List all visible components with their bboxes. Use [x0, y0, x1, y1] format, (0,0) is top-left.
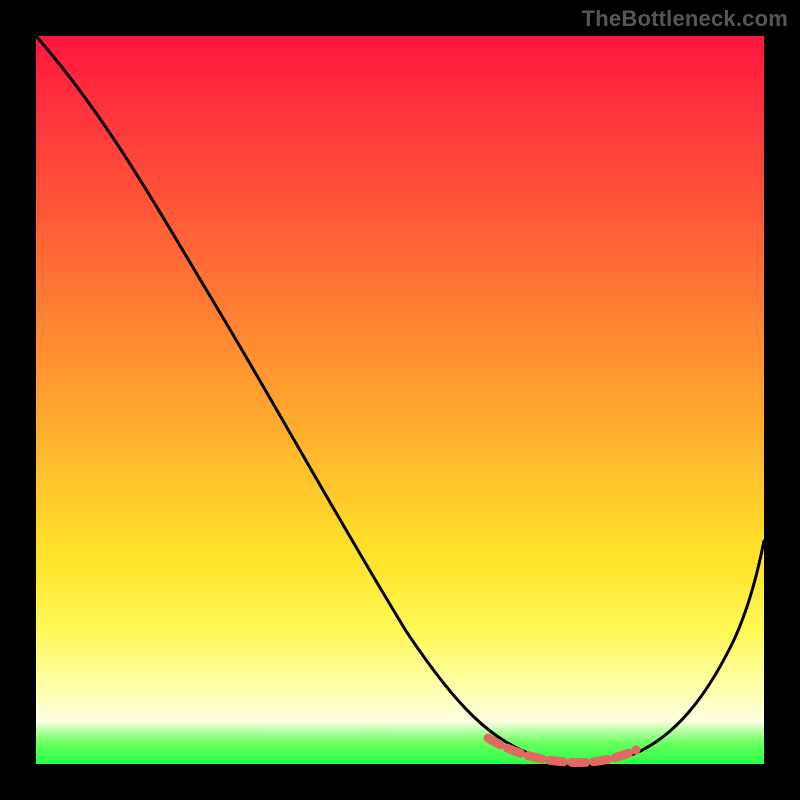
- optimum-band-marker: [488, 738, 636, 763]
- watermark-text: TheBottleneck.com: [582, 6, 788, 32]
- bottleneck-curve: [36, 36, 764, 763]
- curve-svg: [36, 36, 764, 764]
- plot-area: [36, 36, 764, 764]
- chart-frame: TheBottleneck.com: [0, 0, 800, 800]
